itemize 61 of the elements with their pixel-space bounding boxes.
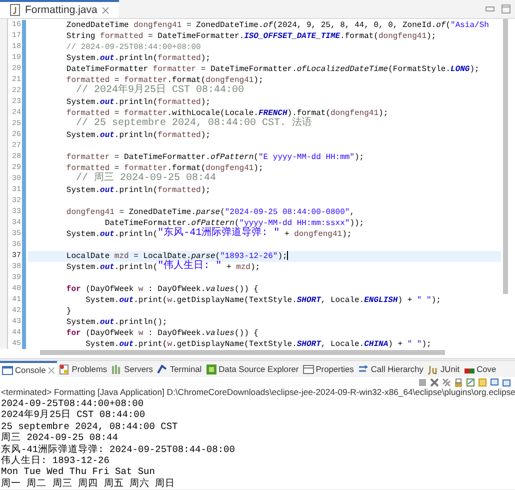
console-header: <terminated> Formatting [Java Application] D:\ChromeCoreDownloads\eclipse-jee-2024-09-R-win32-x86_64\eclipse\plugins\org.eclipse — [1, 387, 515, 398]
console-output-line: 伟人生日: 1893-12-26 — [1, 454, 110, 466]
code-line: // 2024年9月25日 CST 08:44:00 — [75, 86, 246, 97]
code-line: } — [65, 306, 72, 317]
junit-icon — [427, 364, 438, 374]
console-output-line: 东风-41洲际弹道导弹: 2024-09-25T08:44-08:00 — [1, 444, 236, 455]
view-tab[interactable]: JUnit — [425, 361, 462, 377]
console-output-line: 周三 2024-09-25 08:44 — [1, 432, 119, 444]
close-icon[interactable] — [48, 366, 55, 374]
hierarchy-icon — [358, 364, 369, 374]
view-tab[interactable]: Servers — [109, 361, 155, 377]
code-line: System.out.print(w.getDisplayName(TextStyle.SHORT, Locale.CHINA) + " "); — [84, 339, 432, 349]
code-line: formatted = formatter.format(dongfeng41); — [65, 163, 264, 173]
code-line: System.out.println(formatted); — [65, 97, 212, 108]
view-tab[interactable]: Problems — [56, 361, 110, 377]
editor-tab[interactable]: Formatting.java — [0, 0, 120, 18]
code-line: ZonedDateTime dongfeng41 = ZonedDateTime.of(2024, 9, 25, 8, 44, 0, 0, ZoneId.of("Asia/Sh — [65, 20, 490, 31]
code-line: // 周三 2024-09-25 08:44 — [75, 174, 218, 185]
code-line: System.out.println(formatted); — [65, 53, 212, 64]
console-icon — [2, 364, 13, 376]
maximize-icon[interactable] — [501, 4, 511, 14]
code-line: System.out.print(w.getDisplayName(TextStyle.SHORT, Locale.ENGLISH) + " "); — [84, 295, 442, 306]
file-icon — [10, 4, 20, 16]
view-tab[interactable]: Console — [0, 361, 57, 377]
code-line: formatted = formatter.withLocale(Locale.FRENCH).format(dongfeng41); — [65, 108, 390, 118]
vertical-scrollbar[interactable] — [503, 19, 508, 294]
view-tab[interactable]: Properties — [300, 361, 356, 377]
view-tab[interactable]: Cove — [462, 361, 498, 377]
code-line: System.out.println(formatted); — [65, 185, 212, 196]
console-output-line: Mon Tue Wed Thu Fri Sat Sun — [1, 466, 156, 478]
servers-icon — [111, 364, 122, 374]
properties-icon — [302, 364, 314, 374]
code-line: System.out.println(formatted); — [65, 130, 212, 141]
minimize-icon[interactable] — [485, 5, 495, 13]
code-line: dongfeng41 = ZonedDateTime.parse("2024-09-25 08:44:00-0800", — [65, 207, 356, 218]
code-line: System.out.println(); — [65, 317, 168, 328]
code-line: for (DayOfWeek w : DayOfWeek.values()) { — [65, 328, 260, 339]
stop-icon[interactable] — [418, 378, 427, 387]
code-line: for (DayOfWeek w : DayOfWeek.values()) { — [65, 284, 260, 295]
console-output-line: 25 septembre 2024, 08:44:00 CST — [1, 420, 179, 432]
code-line: formatter = DateTimeFormatter.ofPattern("E yyyy-MM-dd HH:mm"); — [65, 152, 366, 163]
console-output-line: 周一 周二 周三 周四 周五 周六 周日 — [1, 478, 176, 490]
horizontal-scrollbar[interactable] — [40, 350, 445, 355]
console-output-line: 2024-09-25T08:44:00+08:00 — [1, 398, 145, 410]
remove-all-icon[interactable] — [442, 378, 451, 387]
console-output-line: 2024年9月25日 CST 08:44:00 — [1, 409, 146, 421]
code-line: formatted = formatter.format(dongfeng41); — [65, 75, 264, 85]
code-line: // 25 septembre 2024, 08:44:00 CST. 法语 — [75, 119, 312, 130]
view-tab[interactable]: Data Source Explorer — [204, 361, 301, 377]
view-tab[interactable]: Call Hierarchy — [356, 361, 426, 377]
lock-icon[interactable] — [454, 378, 463, 387]
remove-icon[interactable] — [430, 378, 439, 387]
code-line: DateTimeFormatter formatter = DateTimeFormatter.ofLocalizedDateTime(FormatStyle.LONG); — [65, 64, 480, 75]
close-icon[interactable] — [102, 6, 110, 14]
problems-icon — [58, 364, 70, 374]
code-line: // 2024-09-25T08:44:00+08:00 — [65, 42, 202, 53]
view-tab[interactable]: Terminal — [154, 361, 204, 377]
code-line: System.out.println("伟人生日: " + mzd); — [65, 262, 262, 273]
code-line: System.out.println("东风-41洲际弹道导弹: " + dongfeng41); — [65, 229, 352, 240]
code-line: DateTimeFormatter.ofPattern("yyyy-MM-dd HH:mm:ssxx")); — [104, 218, 366, 228]
code-line: String formatted = DateTimeFormatter.ISO_OFFSET_DATE_TIME.format(dongfeng41); — [65, 31, 438, 42]
